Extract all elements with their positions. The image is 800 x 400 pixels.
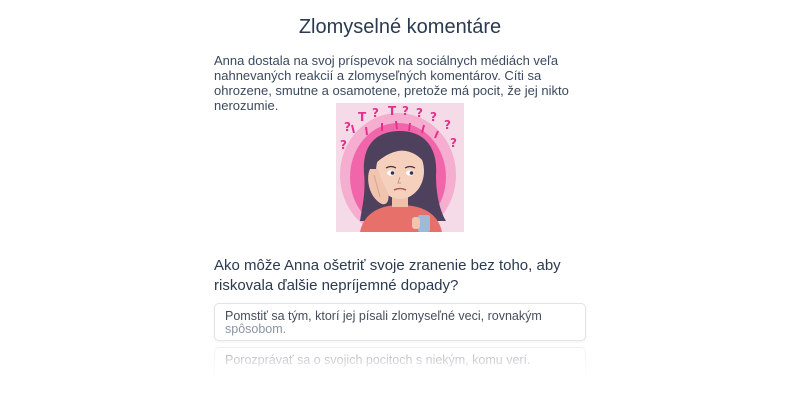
svg-text:?: ? — [340, 138, 347, 152]
question-text: Ako môže Anna ošetriť svoje zranenie bez… — [214, 257, 561, 294]
answer-option-1[interactable]: Pomstiť sa tým, ktorí jej písali zlomyse… — [214, 303, 586, 341]
answer-option-1-label: Pomstiť sa tým, ktorí jej písali zlomyse… — [225, 309, 542, 323]
quiz-page: Zlomyselné komentáre Anna dostala na svo… — [0, 0, 800, 400]
answer-option-1-label-rest: spôsobom. — [225, 322, 287, 336]
svg-text:?: ? — [372, 106, 379, 120]
svg-text:?: ? — [344, 120, 351, 134]
worried-girl-illustration: ? T ? T ? ? ? ? ? ? — [336, 103, 464, 232]
answer-option-2[interactable]: Porozprávať sa o svojich pocitoch s niek… — [214, 347, 586, 387]
svg-text:?: ? — [430, 110, 437, 124]
svg-text:?: ? — [402, 104, 409, 118]
answer-option-2-label: Porozprávať sa o svojich pocitoch s niek… — [225, 353, 531, 367]
svg-text:?: ? — [450, 136, 457, 150]
svg-text:?: ? — [444, 118, 451, 132]
svg-text:T: T — [388, 104, 397, 118]
page-title: Zlomyselné komentáre — [298, 16, 502, 38]
svg-text:T: T — [358, 110, 367, 124]
svg-text:?: ? — [416, 106, 423, 120]
